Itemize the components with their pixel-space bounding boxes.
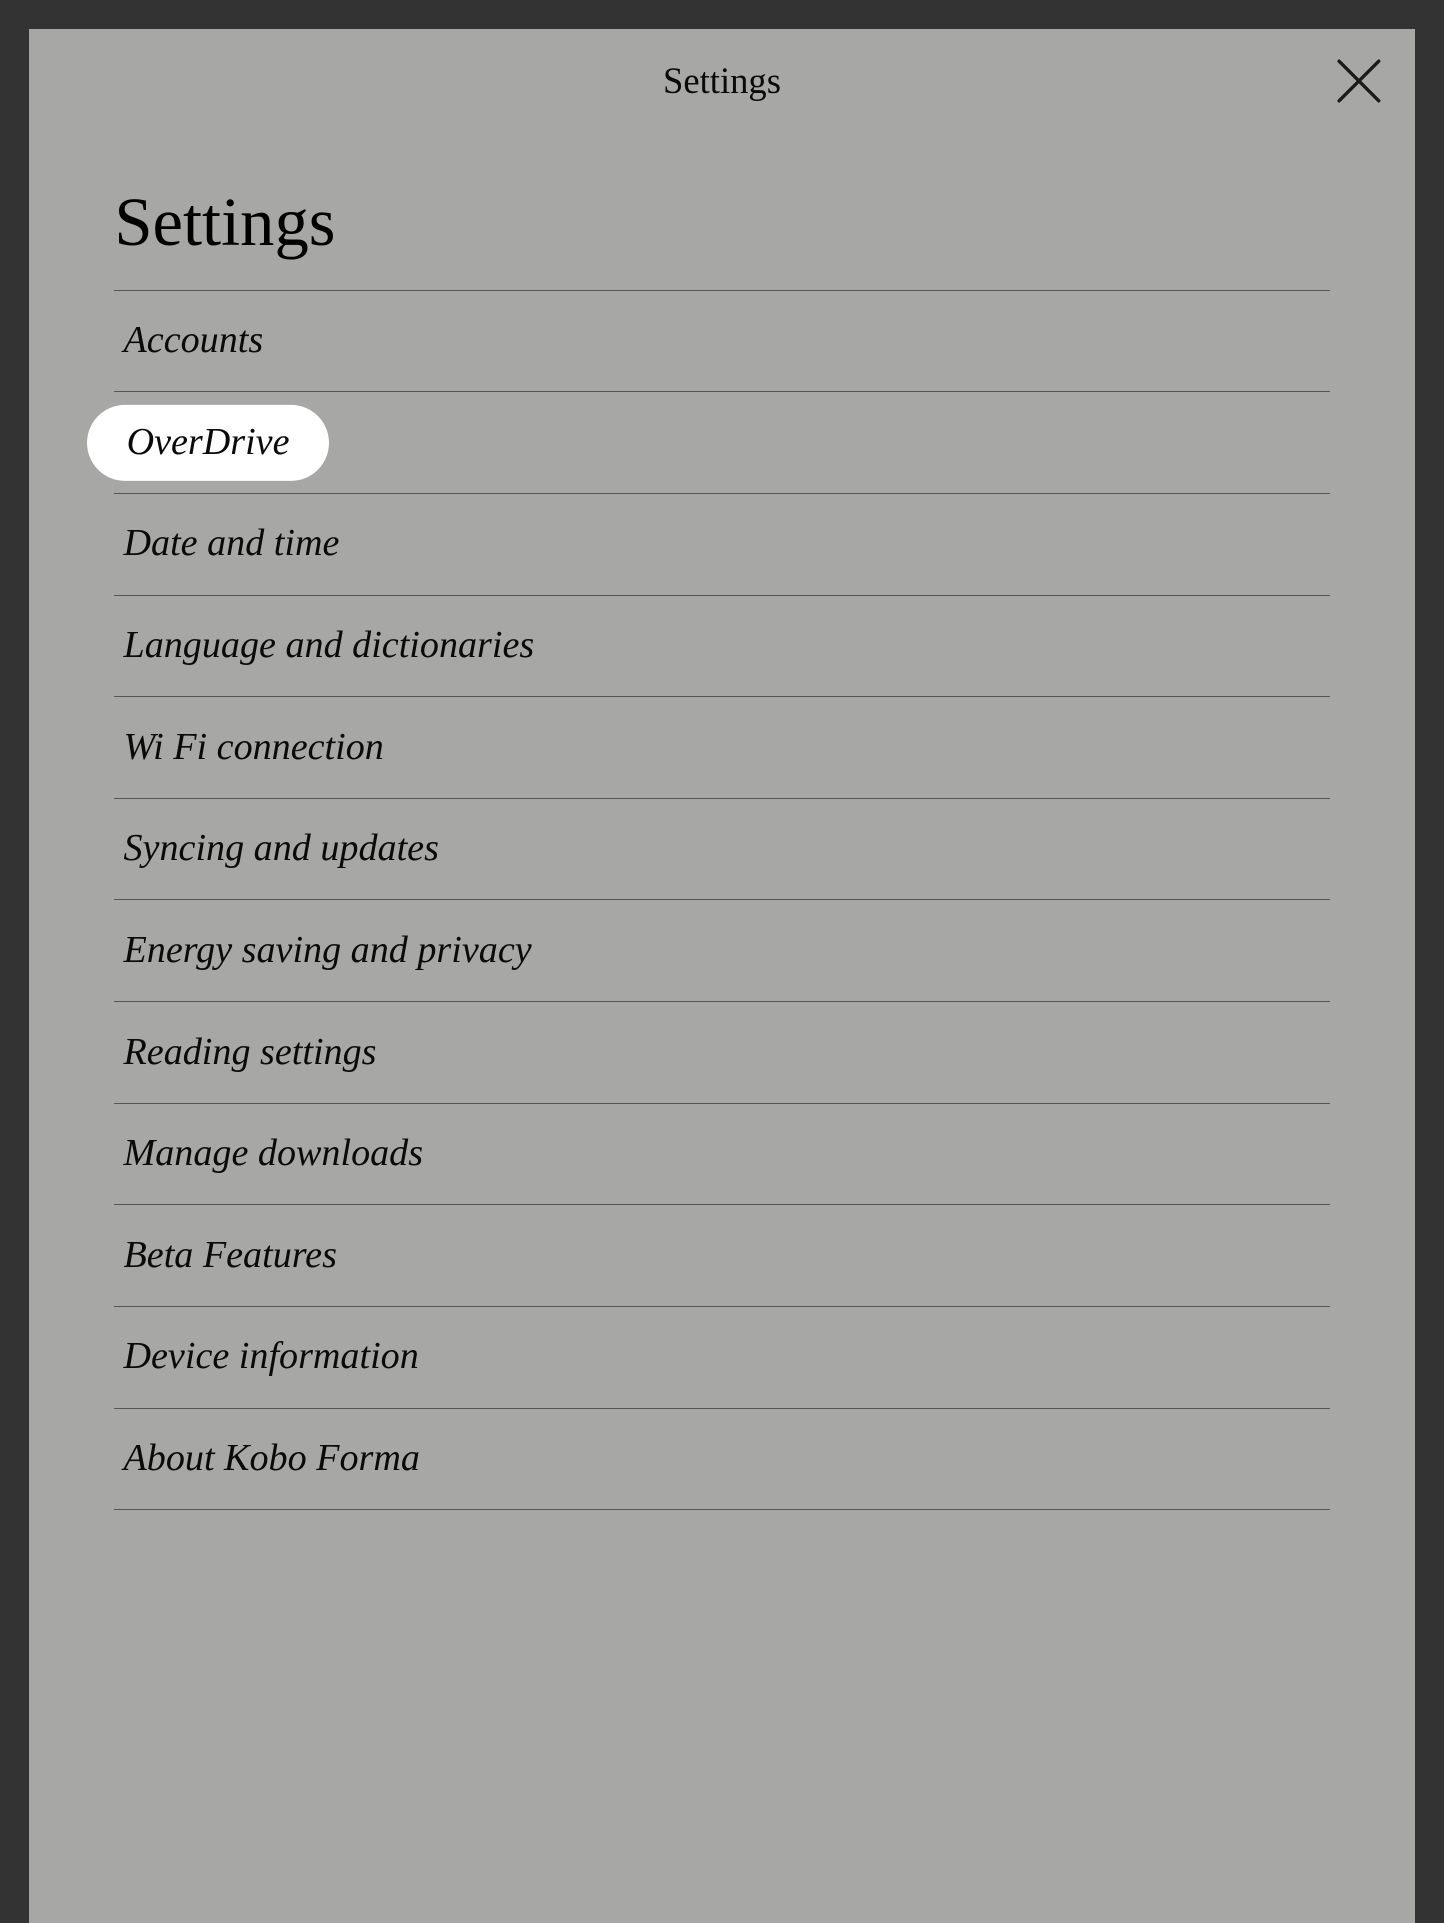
settings-item-label: Language and dictionaries [124, 624, 535, 666]
settings-item-accounts[interactable]: Accounts [114, 291, 1329, 393]
settings-item-label: Energy saving and privacy [124, 929, 532, 971]
settings-item-date-and-time[interactable]: Date and time [114, 494, 1329, 596]
device-screen: Settings Settings Accounts OverDriveOverD… [29, 29, 1415, 1923]
settings-item-beta-features[interactable]: Beta Features [114, 1205, 1329, 1307]
header-bar: Settings [29, 29, 1415, 133]
settings-item-manage-downloads[interactable]: Manage downloads [114, 1104, 1329, 1206]
settings-item-label: Date and time [124, 522, 340, 564]
settings-item-label: Reading settings [124, 1031, 377, 1073]
page-title: Settings [114, 133, 1329, 290]
settings-item-label: Beta Features [124, 1234, 337, 1276]
settings-item-label: Wi Fi connection [124, 726, 384, 768]
settings-item-device-information[interactable]: Device information [114, 1307, 1329, 1409]
close-button[interactable] [1333, 55, 1385, 107]
close-icon [1333, 55, 1385, 107]
settings-item-language-and-dictionaries[interactable]: Language and dictionaries [114, 596, 1329, 698]
settings-item-reading-settings[interactable]: Reading settings [114, 1002, 1329, 1104]
settings-item-label: Manage downloads [124, 1132, 424, 1174]
settings-menu: Accounts OverDriveOverDrive Date and time L… [114, 291, 1329, 1511]
settings-item-syncing-and-updates[interactable]: Syncing and updates [114, 799, 1329, 901]
settings-item-label: About Kobo Forma [124, 1437, 420, 1479]
settings-item-label: Syncing and updates [124, 827, 439, 869]
highlight-pill: OverDrive [87, 405, 329, 481]
settings-item-about-kobo-forma[interactable]: About Kobo Forma [114, 1409, 1329, 1511]
settings-item-energy-saving-and-privacy[interactable]: Energy saving and privacy [114, 900, 1329, 1002]
settings-item-label: Accounts [124, 319, 264, 361]
settings-item-overdrive[interactable]: OverDriveOverDrive [114, 392, 1329, 494]
header-title: Settings [663, 59, 781, 102]
content-area: Settings Accounts OverDriveOverDrive Date … [29, 133, 1415, 1511]
settings-item-label-highlight: OverDrive [127, 421, 290, 463]
settings-item-wi-fi-connection[interactable]: Wi Fi connection [114, 697, 1329, 799]
settings-item-label: Device information [124, 1335, 419, 1377]
